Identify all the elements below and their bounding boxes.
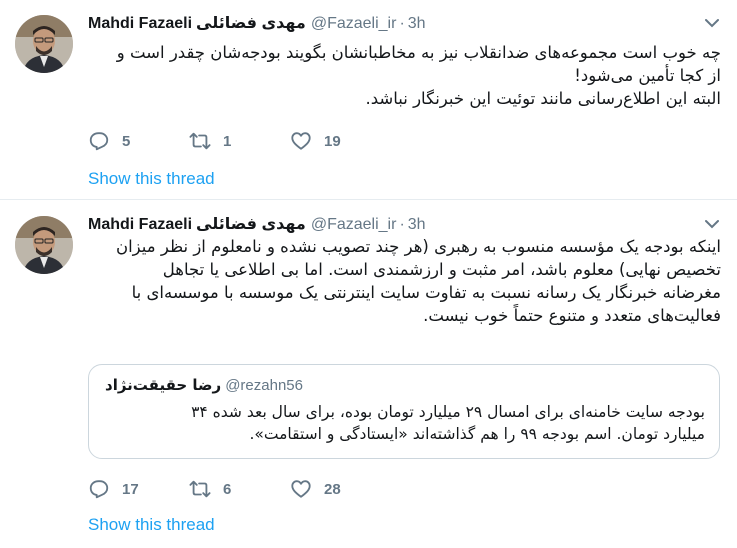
retweet-icon	[189, 132, 211, 150]
quoted-author-handle: @rezahn56	[225, 377, 303, 394]
author-name[interactable]: Mahdi Fazaeli	[88, 216, 192, 233]
avatar[interactable]	[15, 15, 73, 73]
separator: ·	[399, 15, 405, 32]
author-handle[interactable]: @Fazaeli_ir	[311, 15, 397, 32]
tweet-text: چه خوب است مجموعه‌های ضدانقلاب نیز به مخ…	[91, 41, 721, 110]
separator: ·	[399, 216, 405, 233]
reply-icon	[89, 132, 109, 151]
tweet-text-line: فعالیت‌های متعدد و متنوع حتماً خوب نیست.	[423, 306, 721, 325]
chevron-down-icon[interactable]	[705, 219, 719, 229]
chevron-down-icon[interactable]	[705, 18, 719, 28]
tweet-text-line: اینکه بودجه یک مؤسسه منسوب به رهبری (هر …	[115, 237, 721, 256]
tweet-text-line: از کجا تأمین می‌شود!	[574, 66, 721, 85]
like-count: 28	[324, 480, 341, 498]
like-button[interactable]: 19	[290, 130, 391, 152]
tweet-header: Mahdi Fazaeli مهدی فضائلی @Fazaeli_ir · 3h	[88, 215, 426, 235]
retweet-icon	[189, 480, 211, 498]
timestamp[interactable]: 3h	[408, 216, 426, 233]
tweet-text-line: چه خوب است مجموعه‌های ضدانقلاب نیز به مخ…	[116, 43, 721, 62]
reply-button[interactable]: 5	[88, 130, 189, 152]
tweet-text: اینکه بودجه یک مؤسسه منسوب به رهبری (هر …	[91, 235, 721, 327]
tweet-text-line: البته این اطلاع‌رسانی مانند توئیت این خب…	[365, 89, 721, 108]
heart-icon	[291, 132, 311, 150]
tweet-actions: 5 1 19	[88, 130, 391, 152]
retweet-button[interactable]: 1	[189, 130, 290, 152]
quoted-author-name: رضا حقیقت‌نژاد	[105, 376, 222, 394]
quoted-text-line: میلیارد تومان. اسم بودجه ۹۹ را هم گذاشته…	[249, 425, 705, 443]
tweet-text-line: مغرضانه خبرنگار یک رسانه نسبت به تفاوت س…	[131, 283, 721, 302]
like-count: 19	[324, 132, 341, 150]
author-name-fa[interactable]: مهدی فضائلی	[196, 15, 306, 32]
heart-icon	[291, 480, 311, 498]
quoted-text-line: بودجه سایت خامنه‌ای برای امسال ۲۹ میلیار…	[191, 403, 705, 421]
author-name-fa[interactable]: مهدی فضائلی	[196, 216, 306, 233]
reply-count: 5	[122, 132, 131, 150]
retweet-count: 6	[223, 480, 232, 498]
profile-photo	[15, 15, 73, 73]
profile-photo	[15, 216, 73, 274]
timestamp[interactable]: 3h	[408, 15, 426, 32]
tweet[interactable]: Mahdi Fazaeli مهدی فضائلی @Fazaeli_ir · 3h چ…	[0, 0, 737, 200]
reply-icon	[89, 480, 109, 499]
tweet-actions: 17 6 28	[88, 478, 391, 500]
show-thread-link[interactable]: Show this thread	[88, 168, 215, 190]
retweet-button[interactable]: 6	[189, 478, 290, 500]
author-handle[interactable]: @Fazaeli_ir	[311, 216, 397, 233]
retweet-count: 1	[223, 132, 232, 150]
reply-count: 17	[122, 480, 139, 498]
tweet-header: Mahdi Fazaeli مهدی فضائلی @Fazaeli_ir · 3h	[88, 14, 426, 34]
quoted-tweet[interactable]: رضا حقیقت‌نژاد @rezahn56 بودجه سایت خامنه…	[88, 364, 720, 459]
author-name[interactable]: Mahdi Fazaeli	[88, 15, 192, 32]
quoted-tweet-header: رضا حقیقت‌نژاد @rezahn56	[105, 375, 303, 396]
quoted-tweet-text: بودجه سایت خامنه‌ای برای امسال ۲۹ میلیار…	[105, 401, 705, 445]
tweet-text-line: تخصیص نهایی) معلوم باشد، امر مثبت و ارزش…	[162, 260, 721, 279]
reply-button[interactable]: 17	[88, 478, 189, 500]
avatar[interactable]	[15, 216, 73, 274]
tweet[interactable]: Mahdi Fazaeli مهدی فضائلی @Fazaeli_ir · 3h ا…	[0, 201, 737, 548]
show-thread-link[interactable]: Show this thread	[88, 514, 215, 536]
like-button[interactable]: 28	[290, 478, 391, 500]
